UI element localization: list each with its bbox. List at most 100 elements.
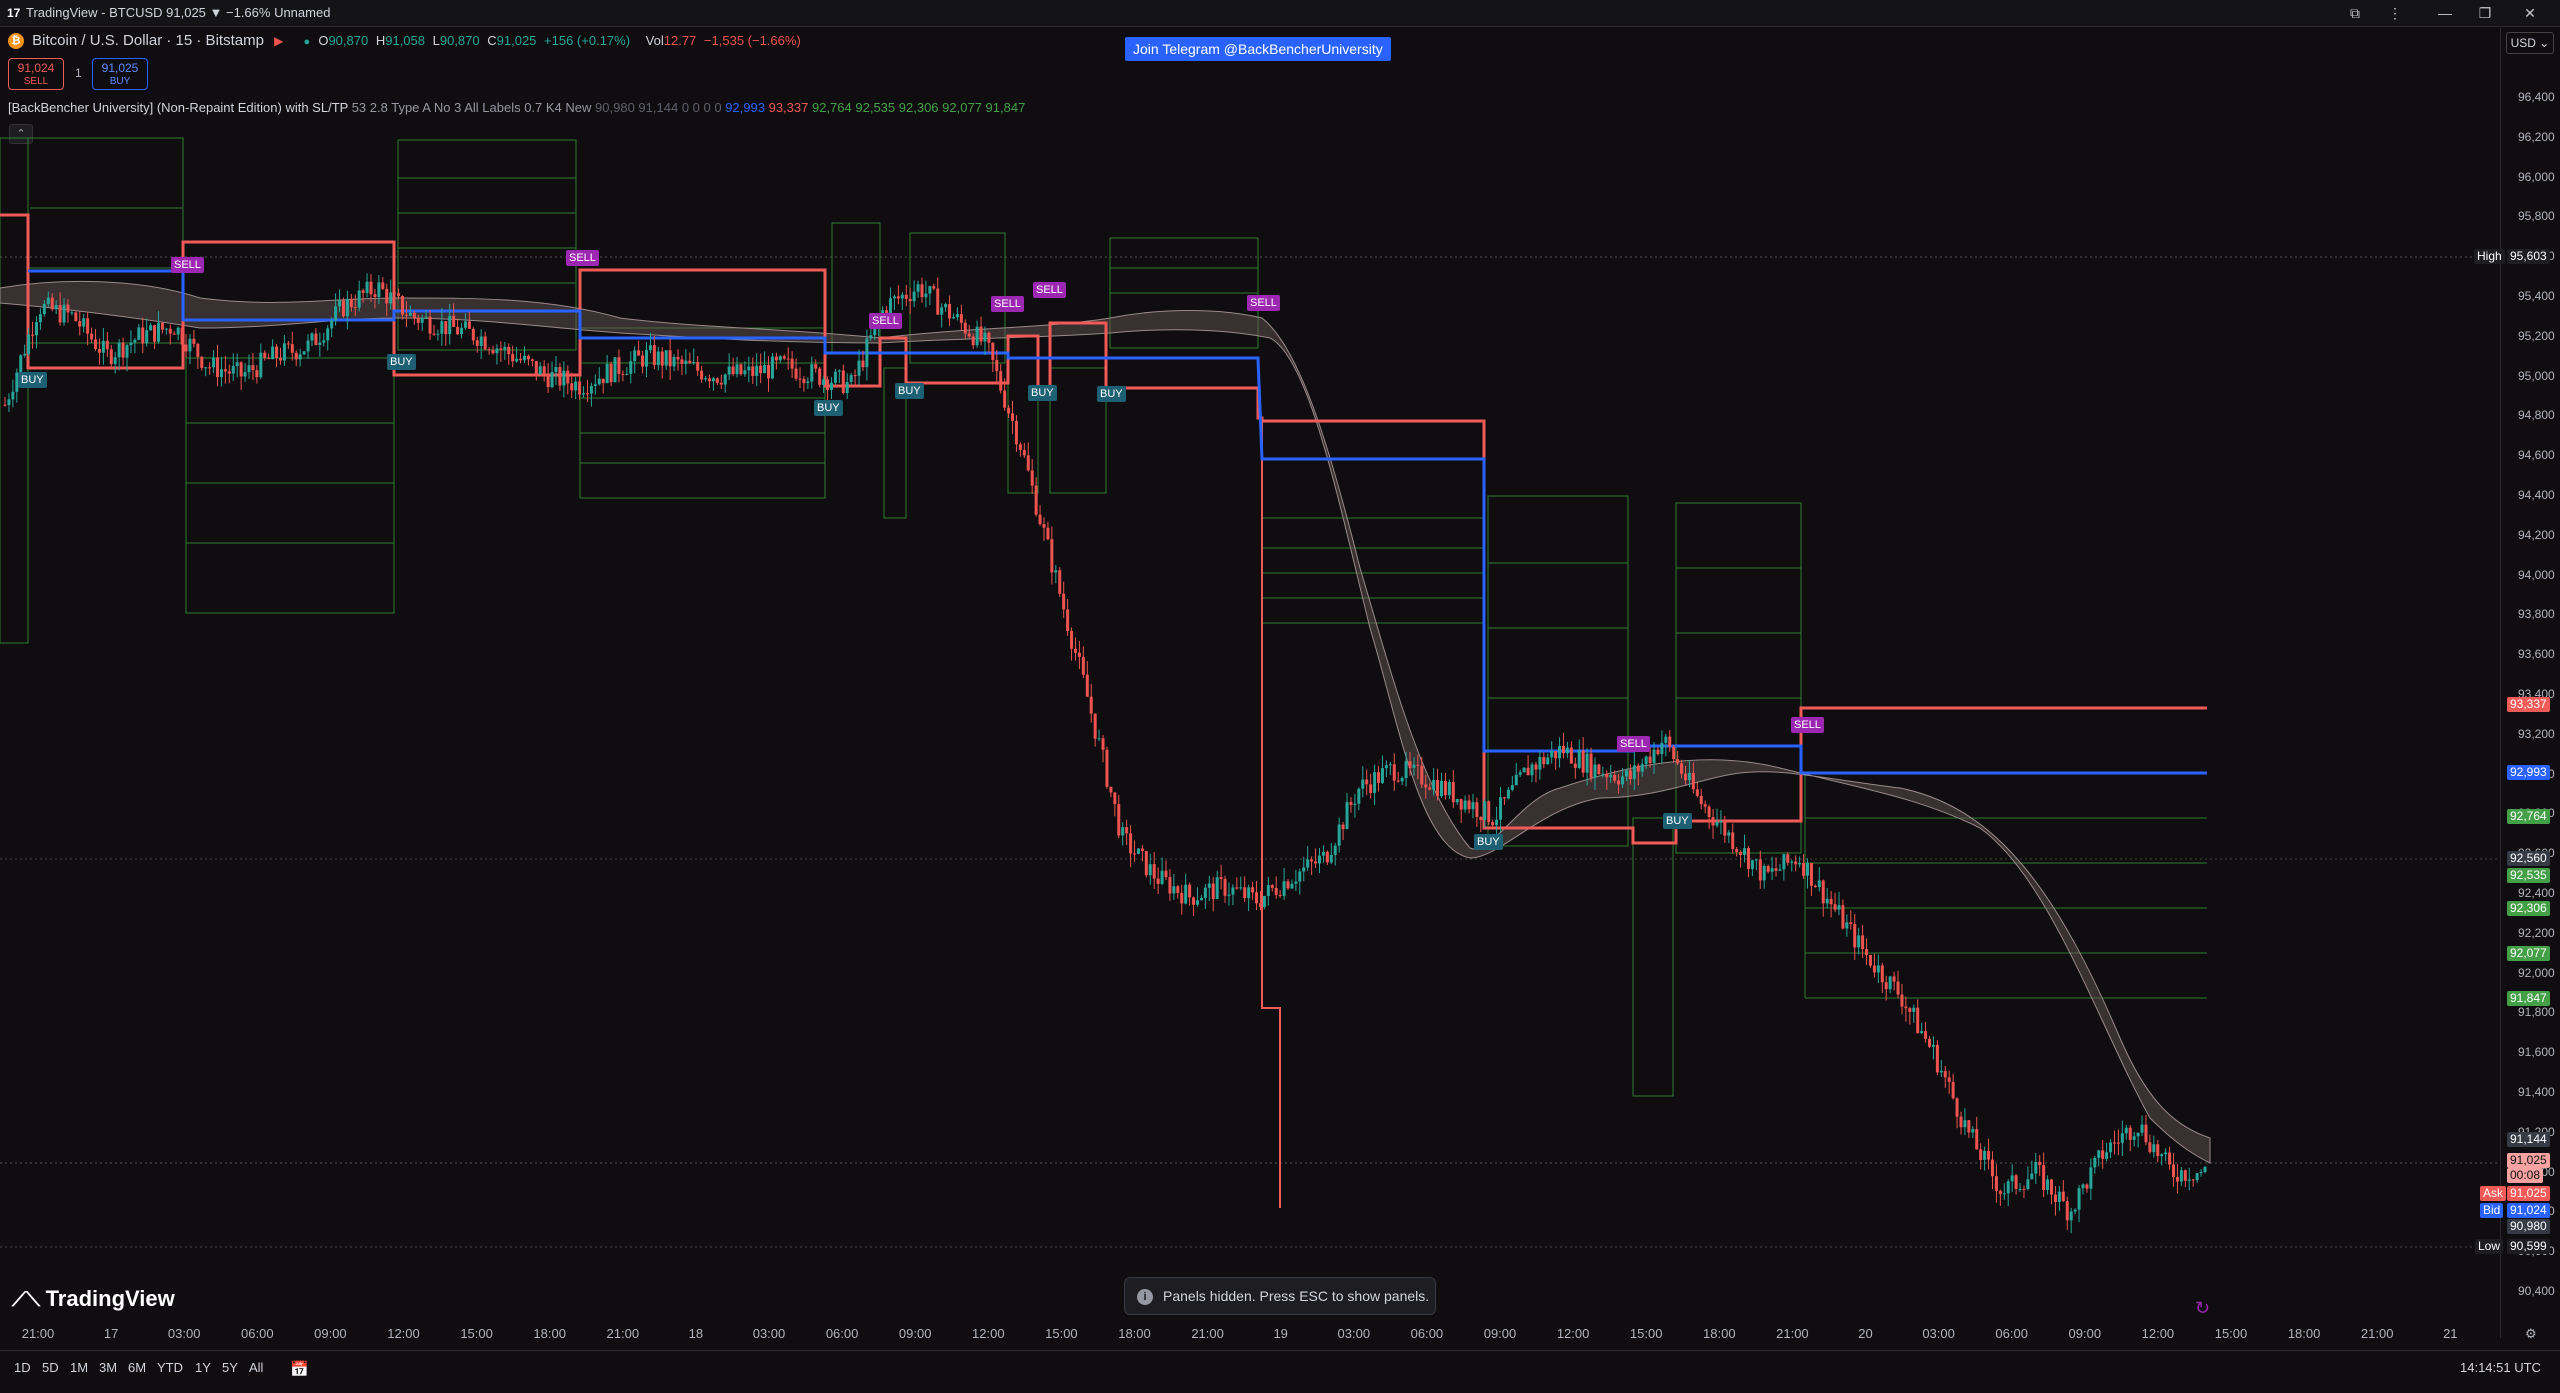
range-3m[interactable]: 3M xyxy=(99,1360,117,1375)
sell-signal[interactable]: SELL xyxy=(171,257,204,273)
maximize-button[interactable]: ❐ xyxy=(2470,3,2500,23)
candle-body xyxy=(759,365,763,374)
candle-body xyxy=(1979,1149,1983,1160)
candle-body xyxy=(1876,965,1880,973)
window-titlebar: 17 TradingView - BTCUSD 91,025 ▼ −1.66% … xyxy=(0,0,2560,27)
utc-clock[interactable]: 14:14:51 UTC xyxy=(2460,1360,2541,1375)
candle-body xyxy=(648,345,652,351)
candle-body xyxy=(1321,851,1325,856)
candle-body xyxy=(2042,1165,2046,1190)
sell-signal[interactable]: SELL xyxy=(566,250,599,266)
candle-body xyxy=(892,296,896,299)
buy-signal[interactable]: BUY xyxy=(1663,813,1692,829)
candle-body xyxy=(2034,1161,2038,1174)
replay-icon[interactable]: ↻ xyxy=(2195,1298,2210,1319)
candle-body xyxy=(1499,797,1503,820)
buy-signal[interactable]: BUY xyxy=(1474,834,1503,850)
time-tick: 18:00 xyxy=(1703,1326,1736,1341)
candle-body xyxy=(818,368,822,385)
candle-body xyxy=(1821,880,1825,904)
candle-body xyxy=(82,318,86,327)
candle-body xyxy=(688,360,692,364)
candle-body xyxy=(109,349,113,365)
candle-body xyxy=(397,293,401,297)
candle-body xyxy=(676,356,680,360)
candle-body xyxy=(1943,1070,1947,1078)
sell-signal[interactable]: SELL xyxy=(1247,295,1280,311)
time-tick: 15:00 xyxy=(1629,1326,1663,1341)
candle-body xyxy=(1735,849,1739,852)
range-1m[interactable]: 1M xyxy=(70,1360,88,1375)
candle-body xyxy=(2026,1179,2030,1190)
date-range-icon[interactable]: 📅 xyxy=(290,1360,309,1378)
more-menu-icon[interactable]: ⋮ xyxy=(2380,3,2410,23)
candle-body xyxy=(833,371,837,383)
chart-settings-icon[interactable]: ⚙ xyxy=(2525,1326,2537,1342)
candle-body xyxy=(1526,767,1530,776)
buy-signal[interactable]: BUY xyxy=(1097,386,1126,402)
candle-body xyxy=(1329,854,1333,863)
range-5y[interactable]: 5Y xyxy=(222,1360,238,1375)
sell-signal[interactable]: SELL xyxy=(869,313,902,329)
price-chart[interactable] xyxy=(0,28,2500,1318)
sell-signal[interactable]: SELL xyxy=(1791,717,1824,733)
candle-body xyxy=(393,292,397,294)
candle-body xyxy=(696,362,700,371)
range-ytd[interactable]: YTD xyxy=(157,1360,183,1375)
buy-signal[interactable]: BUY xyxy=(387,354,416,370)
range-1y[interactable]: 1Y xyxy=(195,1360,211,1375)
candle-body xyxy=(1865,949,1869,955)
candle-body xyxy=(1168,877,1172,894)
price-tick: 96,000 xyxy=(2518,169,2555,184)
range-all[interactable]: All xyxy=(249,1360,263,1375)
candle-body xyxy=(857,360,861,376)
buy-signal[interactable]: BUY xyxy=(895,383,924,399)
candle-body xyxy=(1416,764,1420,766)
candle-body xyxy=(1593,764,1597,778)
candle-body xyxy=(2046,1179,2050,1190)
close-button[interactable]: ✕ xyxy=(2515,3,2545,23)
price-drop-edge xyxy=(1261,418,1281,1208)
candle-body xyxy=(1050,539,1054,573)
candle-body xyxy=(743,370,747,375)
minimize-button[interactable]: — xyxy=(2430,3,2460,23)
candle-body xyxy=(1011,413,1015,421)
sell-signal[interactable]: SELL xyxy=(1617,736,1650,752)
candle-body xyxy=(408,312,412,316)
candle-body xyxy=(2030,1173,2034,1180)
candle-body xyxy=(1833,904,1837,910)
candle-body xyxy=(963,322,967,334)
candle-body xyxy=(1628,770,1632,780)
candle-body xyxy=(1538,756,1542,770)
candle-body xyxy=(1676,758,1680,764)
time-tick: 03:00 xyxy=(1337,1326,1371,1341)
candle-body xyxy=(763,364,767,374)
range-1d[interactable]: 1D xyxy=(14,1360,31,1375)
candle-body xyxy=(1971,1129,1975,1133)
candle-body xyxy=(1479,816,1483,820)
candle-body xyxy=(1247,887,1251,899)
candle-body xyxy=(1239,887,1243,889)
sell-signal[interactable]: SELL xyxy=(1033,282,1066,298)
screenshot-icon[interactable]: ⧉ xyxy=(2340,3,2370,23)
ask-value: 91,025 xyxy=(2507,1186,2550,1201)
buy-signal[interactable]: BUY xyxy=(1028,385,1057,401)
buy-signal[interactable]: BUY xyxy=(18,372,47,388)
sell-signal[interactable]: SELL xyxy=(991,296,1024,312)
time-tick: 15:00 xyxy=(1045,1326,1078,1341)
candle-body xyxy=(660,351,664,366)
candle-body xyxy=(1022,450,1026,456)
candle-body xyxy=(137,327,141,340)
candle-body xyxy=(1251,887,1255,893)
buy-signal[interactable]: BUY xyxy=(814,400,843,416)
range-5d[interactable]: 5D xyxy=(42,1360,59,1375)
candle-body xyxy=(1018,444,1022,451)
currency-selector[interactable]: USD ⌄ xyxy=(2506,32,2554,54)
candle-body xyxy=(1987,1150,1991,1160)
candle-body xyxy=(129,342,133,346)
candle-body xyxy=(1703,804,1707,807)
range-6m[interactable]: 6M xyxy=(128,1360,146,1375)
candle-body xyxy=(78,321,82,327)
candle-body xyxy=(1778,869,1782,871)
candle-body xyxy=(326,328,330,341)
